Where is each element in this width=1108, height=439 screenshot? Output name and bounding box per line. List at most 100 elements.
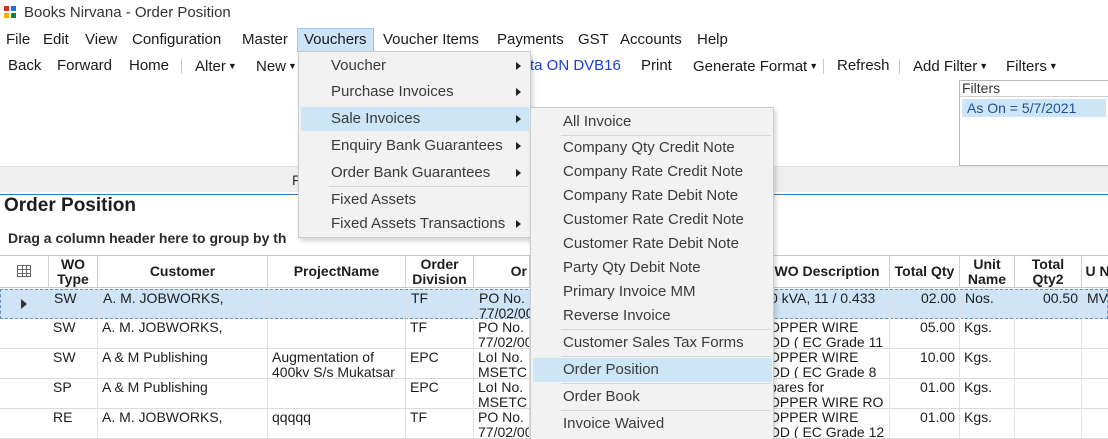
table-cell[interactable]: Kgs. (960, 409, 1015, 438)
menuitem-customer-rate-credit-note[interactable]: Customer Rate Credit Note (533, 208, 772, 232)
table-cell[interactable]: A & M Publishing (98, 349, 268, 378)
col-wo-description[interactable]: WO Description (765, 256, 890, 288)
table-cell[interactable]: 02.00 (891, 290, 961, 319)
table-cell[interactable] (1015, 409, 1082, 438)
menu-view[interactable]: View (79, 28, 123, 52)
menu-edit[interactable]: Edit (37, 28, 75, 52)
menuitem-order-position[interactable]: Order Position (533, 358, 772, 382)
table-cell[interactable] (1082, 379, 1108, 408)
menu-file[interactable]: File (0, 28, 36, 52)
table-cell[interactable]: MV (1083, 290, 1108, 319)
table-cell[interactable]: Kgs. (960, 349, 1015, 378)
group-by-panel[interactable]: Drag a column header here to group by th (8, 230, 286, 246)
col-order-no[interactable]: Or (474, 256, 530, 288)
generate-format-button[interactable]: Generate Format ▼ (693, 54, 818, 78)
forward-button[interactable]: Forward (57, 54, 112, 78)
table-cell[interactable]: RE (49, 409, 98, 438)
table-cell[interactable]: PO No. 77/02/00 (475, 290, 531, 319)
filter-chip-as-on[interactable]: As On = 5/7/2021 (962, 99, 1106, 117)
table-cell[interactable]: Nos. (961, 290, 1016, 319)
menu-vouchers[interactable]: Vouchers (297, 28, 374, 52)
table-cell[interactable]: PO No. 77/02/00 (474, 409, 530, 438)
table-cell[interactable]: TF (407, 290, 475, 319)
table-cell[interactable]: A & M Publishing (98, 379, 268, 408)
table-cell[interactable]: 01.00 (890, 409, 960, 438)
new-button[interactable]: New ▼ (256, 54, 297, 78)
add-filter-button[interactable]: Add Filter ▼ (913, 54, 988, 78)
table-cell[interactable]: TF (406, 319, 474, 348)
table-cell[interactable]: SW (50, 290, 99, 319)
col-total-qty2[interactable]: Total Qty2 (1015, 256, 1082, 288)
back-button[interactable]: Back (8, 54, 41, 78)
table-cell[interactable]: 00.50 (1016, 290, 1083, 319)
table-cell[interactable]: 01.00 (890, 379, 960, 408)
menuitem-party-qty-debit-note[interactable]: Party Qty Debit Note (533, 256, 772, 280)
menuitem-invoice-waived[interactable]: Invoice Waived (533, 412, 772, 436)
table-cell[interactable] (1082, 409, 1108, 438)
menuitem-purchase-invoices[interactable]: Purchase Invoices (301, 80, 529, 104)
alter-button[interactable]: Alter ▼ (195, 54, 237, 78)
table-cell[interactable] (269, 290, 407, 319)
filters-button[interactable]: Filters ▼ (1006, 54, 1058, 78)
col-order-division[interactable]: Order Division (406, 256, 474, 288)
menuitem-company-rate-debit-note[interactable]: Company Rate Debit Note (533, 184, 772, 208)
table-cell[interactable]: TF (406, 409, 474, 438)
table-cell[interactable]: pares for OPPER WIRE RO (765, 379, 890, 408)
table-cell[interactable]: SW (49, 319, 98, 348)
table-cell[interactable] (1082, 319, 1108, 348)
col-unit-name-2[interactable]: U Na (1082, 256, 1108, 288)
table-cell[interactable]: 10.00 (890, 349, 960, 378)
menu-gst[interactable]: GST (572, 28, 615, 52)
table-cell[interactable]: Kgs. (960, 319, 1015, 348)
table-cell[interactable]: SP (49, 379, 98, 408)
menuitem-order-book[interactable]: Order Book (533, 385, 772, 409)
data-source-link[interactable]: ta ON DVB16 (530, 54, 621, 78)
menu-configuration[interactable]: Configuration (126, 28, 227, 52)
table-cell[interactable]: 0 kVA, 11 / 0.433 (766, 290, 891, 319)
table-cell[interactable]: Augmentation of 400kv S/s Mukatsar (268, 349, 406, 378)
table-cell[interactable]: EPC (406, 349, 474, 378)
menuitem-company-rate-credit-note[interactable]: Company Rate Credit Note (533, 160, 772, 184)
menuitem-voucher[interactable]: Voucher (301, 54, 529, 78)
table-cell[interactable] (268, 319, 406, 348)
print-button[interactable]: Print (641, 54, 672, 78)
table-cell[interactable]: OPPER WIRE OD ( EC Grade 8 (765, 349, 890, 378)
menuitem-enquiry-bank-guarantees[interactable]: Enquiry Bank Guarantees (301, 134, 529, 158)
col-total-qty[interactable]: Total Qty (890, 256, 960, 288)
table-cell[interactable]: A. M. JOBWORKS, (98, 319, 268, 348)
table-cell[interactable]: EPC (406, 379, 474, 408)
menuitem-fixed-assets-transactions[interactable]: Fixed Assets Transactions (301, 212, 529, 236)
menu-voucher-items[interactable]: Voucher Items (377, 28, 485, 52)
table-cell[interactable]: OPPER WIRE OD ( EC Grade 12 (765, 409, 890, 438)
table-cell[interactable]: PO No. 77/02/00 (474, 319, 530, 348)
menuitem-sale-invoices[interactable]: Sale Invoices (301, 107, 529, 131)
menu-help[interactable]: Help (691, 28, 734, 52)
col-wo-type[interactable]: WO Type (49, 256, 98, 288)
menuitem-primary-invoice-mm[interactable]: Primary Invoice MM (533, 280, 772, 304)
table-cell[interactable] (268, 379, 406, 408)
table-cell[interactable]: OPPER WIRE OD ( EC Grade 11 (765, 319, 890, 348)
table-cell[interactable]: Kgs. (960, 379, 1015, 408)
table-cell[interactable]: A. M. JOBWORKS, (99, 290, 269, 319)
table-cell[interactable]: LoI No. MSETC (474, 379, 530, 408)
table-cell[interactable] (1015, 319, 1082, 348)
table-cell[interactable]: SW (49, 349, 98, 378)
menuitem-company-qty-credit-note[interactable]: Company Qty Credit Note (533, 136, 772, 160)
table-cell[interactable]: 05.00 (890, 319, 960, 348)
menu-payments[interactable]: Payments (491, 28, 570, 52)
menu-accounts[interactable]: Accounts (614, 28, 688, 52)
table-cell[interactable]: LoI No. MSETC (474, 349, 530, 378)
menuitem-order-bank-guarantees[interactable]: Order Bank Guarantees (301, 161, 529, 185)
col-project-name[interactable]: ProjectName (268, 256, 406, 288)
menuitem-all-invoice[interactable]: All Invoice (533, 110, 772, 134)
home-button[interactable]: Home (129, 54, 169, 78)
col-unit-name[interactable]: Unit Name (960, 256, 1015, 288)
menuitem-customer-sales-tax-forms[interactable]: Customer Sales Tax Forms (533, 331, 772, 355)
table-cell[interactable] (1015, 349, 1082, 378)
table-cell[interactable]: qqqqq (268, 409, 406, 438)
column-chooser-header[interactable] (0, 256, 49, 288)
col-customer[interactable]: Customer (98, 256, 268, 288)
menuitem-customer-rate-debit-note[interactable]: Customer Rate Debit Note (533, 232, 772, 256)
menuitem-reverse-invoice[interactable]: Reverse Invoice (533, 304, 772, 328)
refresh-button[interactable]: Refresh (837, 54, 890, 78)
